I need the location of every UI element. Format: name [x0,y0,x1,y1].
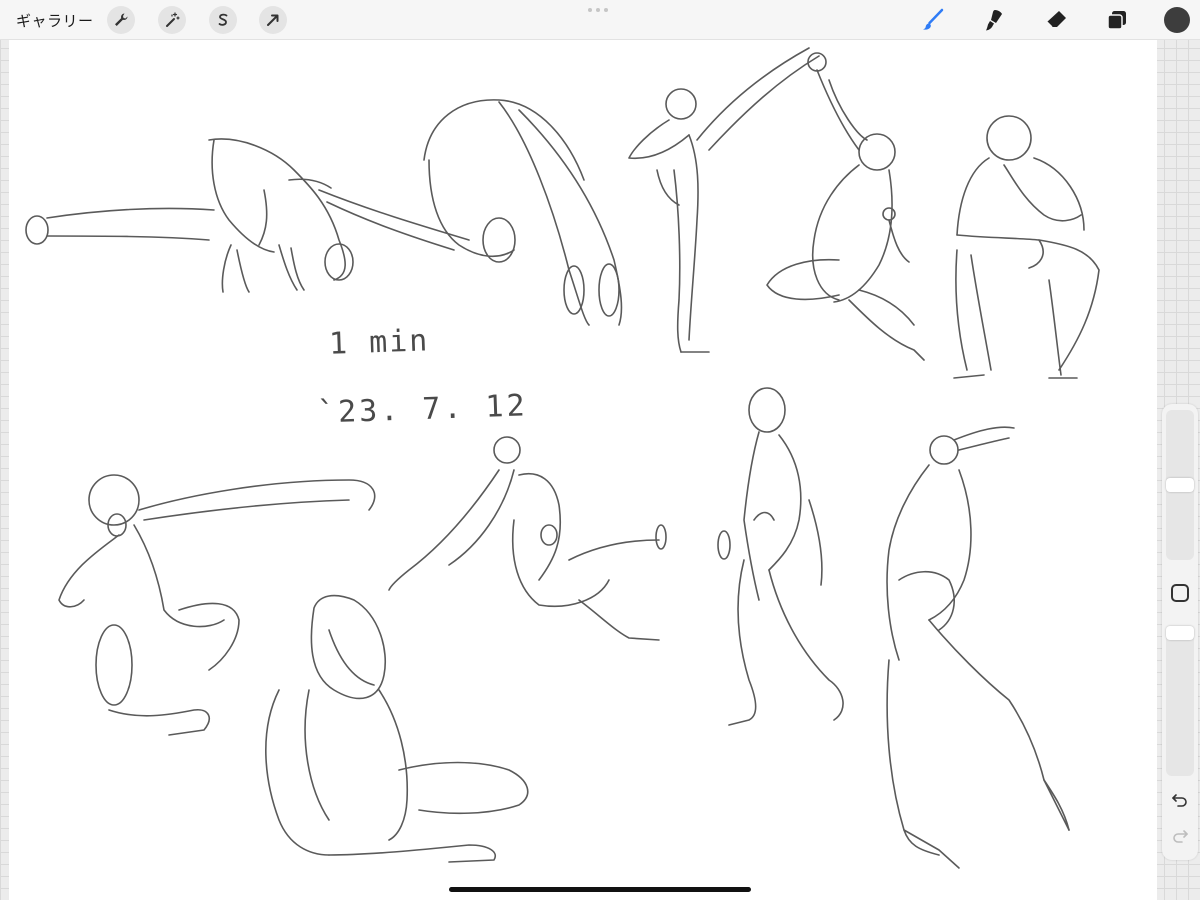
layers-icon [1107,11,1126,30]
drawing-canvas[interactable]: 1 min `23. 7. 12 [9,40,1157,900]
adjustments-button[interactable] [158,6,186,34]
magic-wand-icon [166,12,180,27]
date-annotation: `23. 7. 12 [316,388,529,431]
sketch-figure-4 [766,52,925,361]
top-toolbar: ギャラリー [0,0,1200,40]
brush-size-thumb[interactable] [1166,478,1194,492]
eraser-button[interactable] [1040,4,1072,36]
opacity-thumb[interactable] [1166,626,1194,640]
sketch-figure-10 [265,594,529,863]
selection-s-icon [218,13,228,26]
sketch-figure-8 [717,387,844,726]
layers-button[interactable] [1101,4,1133,36]
sketch-figure-6 [58,474,376,736]
modify-button[interactable] [1171,584,1189,602]
arrow-icon [267,14,279,26]
opacity-slider[interactable] [1166,626,1194,776]
redo-icon[interactable] [1170,826,1190,846]
side-toolbar [1162,404,1198,860]
home-indicator[interactable] [449,887,751,892]
color-swatch[interactable] [1164,7,1190,33]
eraser-icon [1046,11,1066,28]
wrench-icon [115,13,128,26]
sketch-figure-5 [953,115,1100,379]
smudge-icon [986,10,1002,31]
toolbar-grabber[interactable] [588,8,608,12]
sketch-figure-7 [388,436,667,641]
brush-size-slider[interactable] [1166,410,1194,560]
sketch-figure-1 [25,138,354,293]
sketch-figure-9 [886,426,1070,869]
transform-button[interactable] [259,6,287,34]
smudge-button[interactable] [977,4,1009,36]
sketch-figure-3 [628,47,820,353]
gesture-sketches [25,47,1100,869]
actions-button[interactable] [107,6,135,34]
gallery-button[interactable]: ギャラリー [16,10,94,31]
undo-icon[interactable] [1170,790,1190,810]
sketch-figure-2 [318,99,623,326]
brush-button[interactable] [917,4,949,36]
selection-button[interactable] [209,6,237,34]
brush-icon [923,8,944,30]
duration-annotation: 1 min [328,323,430,362]
